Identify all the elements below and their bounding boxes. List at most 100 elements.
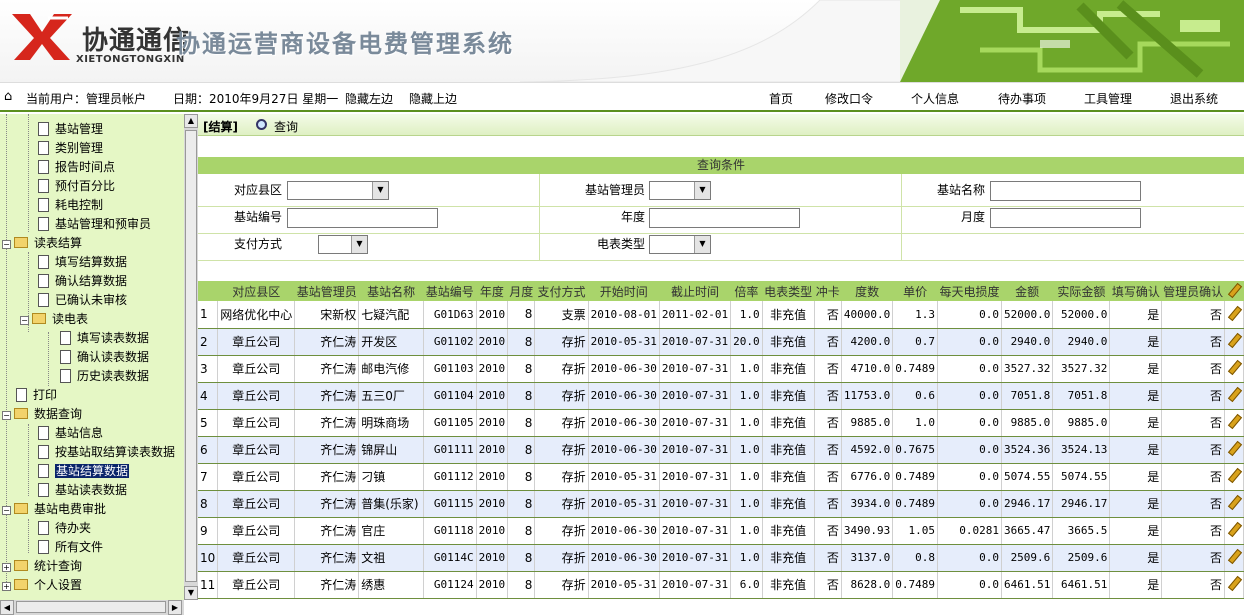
sidebar-item-history-reading[interactable]: 历史读表数据 [60,367,149,386]
table-cell: 8 [507,463,536,491]
sidebar-item-fill-reading[interactable]: 填写读表数据 [60,329,149,348]
column-header[interactable]: 单价 [892,281,938,301]
sidebar-item-prepay-percent[interactable]: 预付百分比 [38,177,115,196]
edit-pencil-icon[interactable] [1224,355,1244,383]
edit-pencil-icon[interactable] [1224,490,1244,518]
column-header[interactable]: 月度 [507,281,535,301]
meter-type-select[interactable]: ▼ [649,235,711,254]
sidebar-folder-statistics[interactable]: + 统计查询 [2,557,82,576]
sidebar-vertical-scrollbar[interactable]: ▲ ▼ [184,114,198,600]
search-icon[interactable] [256,119,267,130]
sidebar-item-confirm-reading[interactable]: 确认读表数据 [60,348,149,367]
sidebar-item-print[interactable]: 打印 [16,386,57,405]
collapse-icon[interactable]: − [2,240,11,249]
nav-tools[interactable]: 工具管理 [1084,90,1132,107]
sidebar-item-station-settlement-data[interactable]: 基站结算数据 [38,462,130,481]
table-row[interactable]: 5 章丘公司 齐仁涛 明珠商场 G01105 2010 8 存折 2010-06-30 2010-… [198,409,1244,437]
sidebar-item-todo-folder[interactable]: 待办夹 [38,519,91,538]
edit-pencil-icon[interactable] [1224,463,1244,491]
column-header[interactable]: 开始时间 [588,281,660,301]
collapse-icon[interactable]: − [2,506,11,515]
settle-tab[interactable]: [结算] [203,118,238,135]
column-header[interactable]: 年度 [476,281,508,301]
column-header[interactable]: 管理员确认 [1161,281,1225,301]
sidebar-folder-personal-settings[interactable]: + 个人设置 [2,576,82,595]
sidebar-item-fill-settlement[interactable]: 填写结算数据 [38,253,127,272]
column-header[interactable]: 倍率 [730,281,763,301]
sidebar-item-station-settle-read[interactable]: 按基站取结算读表数据 [38,443,175,462]
scroll-thumb[interactable] [185,130,197,582]
column-header[interactable]: 基站编号 [423,281,477,301]
edit-pencil-icon[interactable] [1224,544,1244,572]
hide-top-link[interactable]: 隐藏上边 [409,90,457,107]
table-row[interactable]: 9 章丘公司 齐仁涛 官庄 G01118 2010 8 存折 2010-06-30 2010-07… [198,517,1244,545]
sidebar-item-station-reviewer[interactable]: 基站管理和预审员 [38,215,151,234]
sidebar-folder-read-meter[interactable]: − 读电表 [20,310,88,329]
year-input[interactable] [649,208,800,228]
table-row[interactable]: 2 章丘公司 齐仁涛 开发区 G01102 2010 8 存折 2010-05-31 2010-0… [198,328,1244,356]
table-row[interactable]: 8 章丘公司 齐仁涛 普集(乐家) G01115 2010 8 存折 2010-05-31 201… [198,490,1244,518]
column-header[interactable]: 每天电损度 [937,281,1002,301]
table-row[interactable]: 3 章丘公司 齐仁涛 邮电汽修 G01103 2010 8 存折 2010-06-30 2010-… [198,355,1244,383]
sidebar-item-station-info[interactable]: 基站信息 [38,424,103,443]
edit-pencil-icon[interactable] [1224,382,1244,410]
nav-todo[interactable]: 待办事项 [998,90,1046,107]
edit-pencil-icon[interactable] [1224,328,1244,356]
sidebar-folder-approval[interactable]: − 基站电费审批 [2,500,106,519]
edit-pencil-icon[interactable] [1224,436,1244,464]
query-button[interactable]: 查询 [274,118,298,135]
sidebar-item-confirmed-unreviewed[interactable]: 已确认未审核 [38,291,127,310]
nav-change-password[interactable]: 修改口令 [825,90,873,107]
sidebar-item-all-files[interactable]: 所有文件 [38,538,103,557]
column-header[interactable]: 截止时间 [659,281,731,301]
expand-icon[interactable]: + [2,563,11,572]
column-header[interactable]: 基站管理员 [294,281,359,301]
scroll-thumb[interactable] [16,601,166,613]
scroll-down-icon[interactable]: ▼ [184,586,198,600]
table-row[interactable]: 1 网络优化中心 宋新权 七疑汽配 G01D63 2010 8 支票 2010-08-01 201… [198,301,1244,329]
expand-icon[interactable]: + [2,582,11,591]
station-no-input[interactable] [287,208,438,228]
sidebar-item-report-time[interactable]: 报告时间点 [38,158,115,177]
sidebar-item-category[interactable]: 类别管理 [38,139,103,158]
scroll-left-icon[interactable]: ◀ [0,600,14,615]
sidebar-item-station-reading-data[interactable]: 基站读表数据 [38,481,127,500]
edit-pencil-icon[interactable] [1224,409,1244,437]
sidebar-item-power-control[interactable]: 耗电控制 [38,196,103,215]
column-header[interactable]: 度数 [841,281,893,301]
table-row[interactable]: 7 章丘公司 齐仁涛 刁镇 G01112 2010 8 存折 2010-05-31 2010-07… [198,463,1244,491]
edit-pencil-icon[interactable] [1224,571,1244,599]
column-header[interactable]: 金额 [1001,281,1053,301]
table-row[interactable]: 4 章丘公司 齐仁涛 五三0厂 G01104 2010 8 存折 2010-06-30 2010-… [198,382,1244,410]
hide-left-link[interactable]: 隐藏左边 [345,90,393,107]
month-input[interactable] [990,208,1141,228]
column-header[interactable]: 冲卡 [814,281,842,301]
manager-select[interactable]: ▼ [649,181,711,200]
column-header[interactable]: 对应县区 [217,281,295,301]
scroll-right-icon[interactable]: ▶ [168,600,182,615]
collapse-icon[interactable]: − [20,316,29,325]
edit-pencil-icon[interactable] [1224,517,1244,545]
station-name-input[interactable] [990,181,1141,201]
nav-home[interactable]: 首页 [769,90,793,107]
table-row[interactable]: 6 章丘公司 齐仁涛 锦屏山 G01111 2010 8 存折 2010-06-30 2010-0… [198,436,1244,464]
sidebar-item-station-management[interactable]: 基站管理 [38,120,103,139]
scroll-up-icon[interactable]: ▲ [184,114,198,128]
sidebar-horizontal-scrollbar[interactable]: ◀ ▶ [0,600,184,615]
table-row[interactable]: 10 章丘公司 齐仁涛 文祖 G0114C 2010 8 存折 2010-06-30 2010-0… [198,544,1244,572]
column-header[interactable]: 实际金额 [1052,281,1110,301]
county-select[interactable]: ▼ [287,181,389,200]
sidebar-item-confirm-settlement[interactable]: 确认结算数据 [38,272,127,291]
edit-pencil-icon[interactable] [1224,301,1244,329]
table-row[interactable]: 11 章丘公司 齐仁涛 绣惠 G01124 2010 8 存折 2010-05-31 2010-0… [198,571,1244,599]
column-header[interactable]: 电表类型 [762,281,815,301]
payment-select[interactable]: ▼ [318,235,368,254]
nav-personal-info[interactable]: 个人信息 [911,90,959,107]
nav-logout[interactable]: 退出系统 [1170,90,1218,107]
sidebar-folder-data-query[interactable]: − 数据查询 [2,405,82,424]
column-header[interactable]: 支付方式 [534,281,589,301]
collapse-icon[interactable]: − [2,411,11,420]
sidebar-folder-meter-settlement[interactable]: − 读表结算 [2,234,82,253]
column-header[interactable]: 填写确认 [1109,281,1162,301]
column-header[interactable]: 基站名称 [358,281,424,301]
